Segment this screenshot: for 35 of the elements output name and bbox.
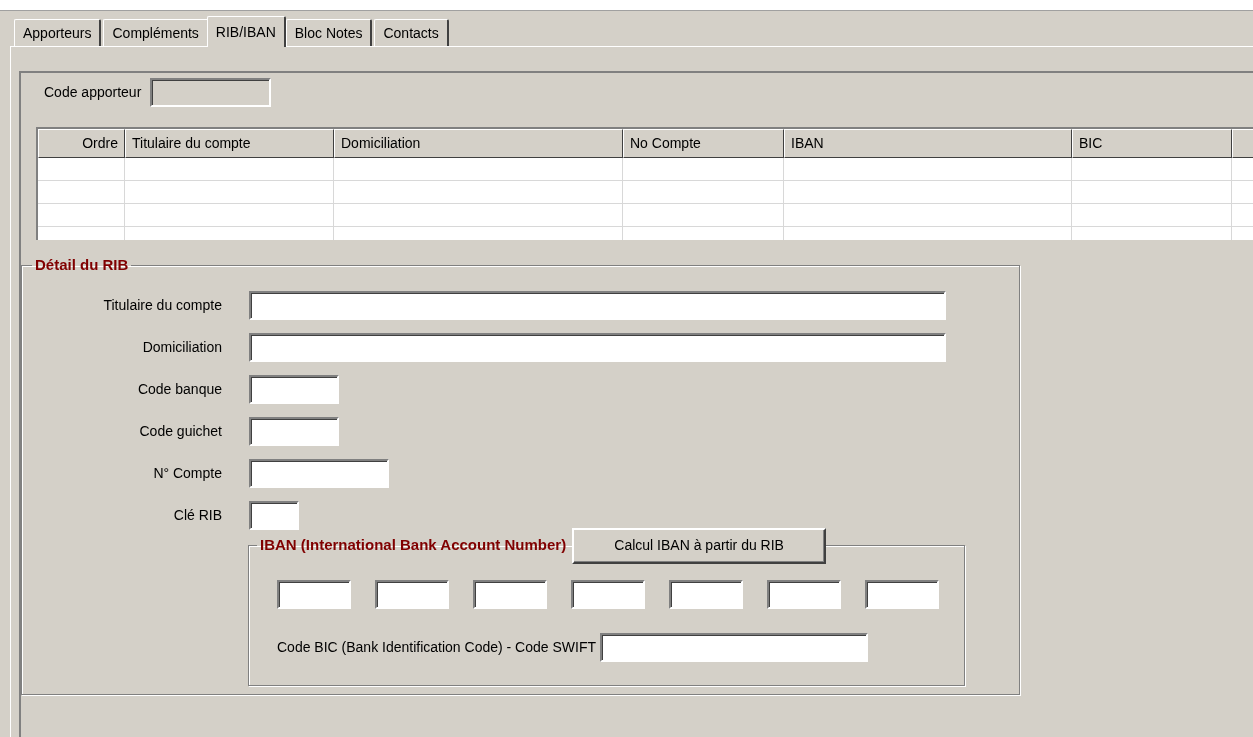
group-title: Détail du RIB <box>34 255 130 275</box>
iban-field[interactable] <box>865 579 939 609</box>
text-field[interactable] <box>249 500 299 530</box>
calculate-button[interactable]: Calcul IBAN à partir du RIB <box>572 527 827 564</box>
column-header[interactable]: BIC <box>1072 129 1232 158</box>
iban-field[interactable] <box>375 579 449 609</box>
field-label: Code guichet <box>138 421 222 441</box>
column-header[interactable]: Titulaire du compte <box>125 129 334 158</box>
column-header[interactable]: No Compte <box>623 129 784 158</box>
iban-field[interactable] <box>767 579 841 609</box>
iban-field[interactable] <box>571 579 645 609</box>
field-label: Domiciliation <box>141 337 222 357</box>
tab[interactable]: Contacts <box>374 19 449 46</box>
column-header[interactable]: Ordre <box>38 129 125 158</box>
tab[interactable]: Bloc Notes <box>285 19 373 46</box>
iban-field[interactable] <box>669 579 743 609</box>
text-field[interactable] <box>249 332 946 362</box>
text-field[interactable] <box>249 290 946 320</box>
text-field[interactable] <box>249 374 339 404</box>
field-label: N° Compte <box>152 463 222 483</box>
field-label: Code apporteur <box>44 83 142 102</box>
iban-field[interactable] <box>277 579 351 609</box>
group-title: IBAN (International Bank Account Number) <box>259 535 568 556</box>
bic-field[interactable] <box>600 632 869 662</box>
iban-field[interactable] <box>473 579 547 609</box>
column-header[interactable]: IBAN <box>784 129 1072 158</box>
text-field[interactable] <box>249 416 339 446</box>
field-label: Code BIC (Bank Identification Code) - Code SWIFT <box>277 637 597 657</box>
tab[interactable]: Apporteurs <box>14 19 102 46</box>
field-label: Code banque <box>136 379 222 399</box>
field-label: Clé RIB <box>172 505 222 525</box>
column-header[interactable]: Domiciliation <box>334 129 623 158</box>
tab[interactable]: RIB/IBAN <box>206 16 286 47</box>
text-field[interactable] <box>249 458 389 488</box>
field-label: Titulaire du compte <box>102 295 222 315</box>
